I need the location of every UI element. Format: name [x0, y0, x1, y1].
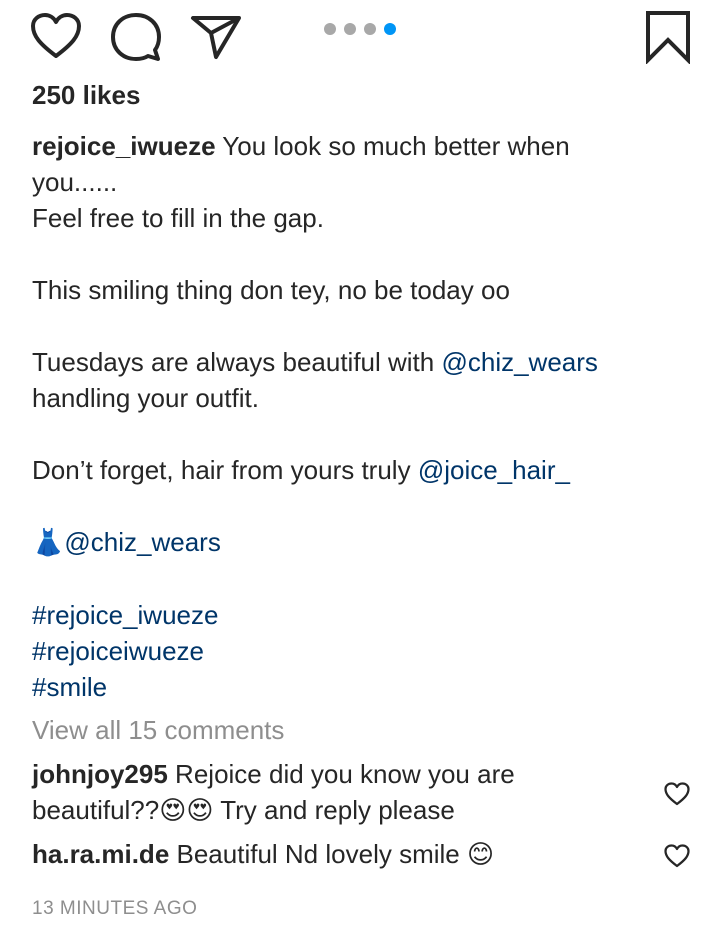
caption-text: Don’t forget, hair from yours truly	[32, 455, 418, 485]
comment-icon[interactable]	[110, 12, 162, 62]
hashtag-link[interactable]: #smile	[32, 669, 672, 705]
comment-line: beautiful??😍😍 Try and reply please	[32, 792, 652, 829]
comment-text: Beautiful Nd lovely smile	[169, 839, 467, 869]
comment-item: ha.ra.mi.de Beautiful Nd lovely smile 😊	[32, 836, 652, 873]
caption-line: rejoice_iwueze You look so much better w…	[32, 128, 672, 164]
comment-line: ha.ra.mi.de Beautiful Nd lovely smile 😊	[32, 836, 652, 873]
save-bookmark-icon[interactable]	[644, 10, 692, 64]
caption-line: Don’t forget, hair from yours truly @joi…	[32, 452, 672, 488]
carousel-dot	[364, 23, 376, 35]
hashtag-link[interactable]: #rejoice_iwueze	[32, 597, 672, 633]
comment-like-heart-icon[interactable]	[664, 782, 690, 811]
like-heart-icon[interactable]	[30, 12, 82, 60]
caption-text: Tuesdays are always beautiful with	[32, 347, 442, 377]
likes-count[interactable]: 250 likes	[32, 78, 140, 112]
comment-text: Try and reply please	[213, 795, 455, 825]
carousel-dot	[324, 23, 336, 35]
caption-text: Feel free to fill in the gap.	[32, 203, 324, 233]
post-action-bar	[0, 0, 720, 70]
mention-link[interactable]: @joice_hair_	[418, 455, 570, 485]
caption-text: This smiling thing don tey, no be today …	[32, 275, 510, 305]
caption-text: you......	[32, 167, 118, 197]
comment-text: beautiful??	[32, 795, 160, 825]
carousel-dot	[344, 23, 356, 35]
post-caption: rejoice_iwueze You look so much better w…	[32, 128, 672, 705]
mention-link[interactable]: @chiz_wears	[441, 347, 597, 377]
hashtag-link[interactable]: #rejoiceiwueze	[32, 633, 672, 669]
view-all-comments-link[interactable]: View all 15 comments	[32, 712, 284, 748]
carousel-dot-active	[384, 23, 396, 35]
carousel-indicator	[324, 23, 396, 35]
caption-text: You look so much better when	[215, 131, 570, 161]
comment-username[interactable]: johnjoy295	[32, 759, 168, 789]
share-paper-plane-icon[interactable]	[190, 14, 242, 60]
mention-link[interactable]: @chiz_wears	[64, 527, 220, 557]
smiling-emoji: 😊	[466, 840, 495, 870]
comment-item: johnjoy295 Rejoice did you know you are …	[32, 756, 652, 829]
caption-text: handling your outfit.	[32, 383, 259, 413]
caption-line: Tuesdays are always beautiful with @chiz…	[32, 344, 672, 380]
dress-emoji: 👗	[32, 528, 65, 558]
comment-line: johnjoy295 Rejoice did you know you are	[32, 756, 652, 792]
caption-username[interactable]: rejoice_iwueze	[32, 131, 216, 161]
comment-like-heart-icon[interactable]	[664, 844, 690, 873]
comment-text: Rejoice did you know you are	[167, 759, 515, 789]
post-timestamp: 13 MINUTES AGO	[32, 898, 198, 919]
comment-username[interactable]: ha.ra.mi.de	[32, 839, 169, 869]
heart-eyes-emoji: 😍😍	[159, 796, 214, 826]
caption-line: 👗@chiz_wears	[32, 524, 672, 561]
